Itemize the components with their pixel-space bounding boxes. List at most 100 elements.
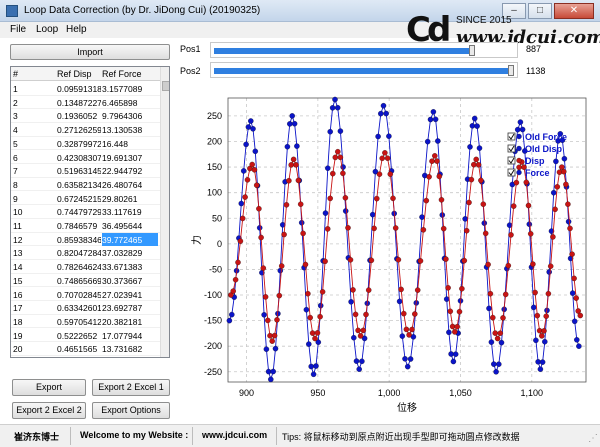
column-header-ref-force[interactable]: Ref Force <box>102 69 158 79</box>
data-point-disp[interactable] <box>471 161 477 168</box>
data-point-disp[interactable] <box>286 177 292 184</box>
row-ref-force[interactable]: 19.691307 <box>102 153 158 163</box>
data-point-force[interactable] <box>491 361 497 367</box>
data-point-disp[interactable] <box>513 179 520 186</box>
table-row[interactable]: 6 0.42308307 19.691307 <box>11 151 160 165</box>
table-row[interactable]: 14 0.78264624 33.671383 <box>11 260 160 274</box>
resize-grip-icon[interactable]: ⋰ <box>588 433 598 444</box>
row-index[interactable]: 16 <box>13 290 53 300</box>
data-point-force[interactable] <box>256 225 263 231</box>
data-point-force[interactable] <box>486 305 492 312</box>
data-point-force[interactable] <box>310 371 317 378</box>
table-row[interactable]: 16 0.70702845 27.023941 <box>11 288 160 302</box>
row-ref-force[interactable]: 3.1577089 <box>102 84 158 94</box>
data-point-disp[interactable] <box>302 261 309 268</box>
data-point-force[interactable] <box>313 363 319 369</box>
data-point-disp[interactable] <box>267 332 273 339</box>
row-ref-force[interactable]: 20.382181 <box>102 317 158 327</box>
data-point-force[interactable] <box>325 165 331 171</box>
row-index[interactable]: 5 <box>13 139 53 149</box>
data-point-disp[interactable] <box>456 308 463 315</box>
data-point-disp[interactable] <box>342 195 349 201</box>
data-point-disp[interactable] <box>445 285 451 291</box>
row-ref-force[interactable]: 39.772465 <box>102 232 158 246</box>
pos1-slider[interactable] <box>210 42 518 58</box>
row-ref-force[interactable]: 16.448 <box>102 139 158 149</box>
data-point-disp[interactable] <box>382 150 388 156</box>
data-point-disp[interactable] <box>452 329 458 335</box>
row-ref-disp[interactable]: 0.74865669 <box>57 276 101 286</box>
data-point-disp[interactable] <box>561 168 567 175</box>
data-point-disp[interactable] <box>429 158 435 164</box>
data-point-force[interactable] <box>402 356 408 362</box>
data-point-disp[interactable] <box>478 177 484 184</box>
row-index[interactable]: 8 <box>13 180 53 190</box>
data-point-force[interactable] <box>303 306 310 313</box>
data-point-disp[interactable] <box>242 194 248 200</box>
data-point-force[interactable] <box>327 128 333 135</box>
row-ref-disp[interactable]: 0.70702845 <box>57 290 101 300</box>
data-point-force[interactable] <box>496 361 502 367</box>
table-row[interactable]: 11 0.7846579 36.495644 <box>11 219 160 233</box>
data-point-disp[interactable] <box>281 231 287 238</box>
data-point-disp[interactable] <box>547 263 554 269</box>
row-ref-force[interactable]: 33.671383 <box>102 262 158 272</box>
data-point-disp[interactable] <box>297 201 304 207</box>
row-index[interactable]: 3 <box>13 111 53 121</box>
row-ref-disp[interactable]: 0.13487227 <box>57 98 101 108</box>
data-point-force[interactable] <box>342 208 349 214</box>
data-point-force[interactable] <box>268 376 274 383</box>
row-index[interactable]: 17 <box>13 303 53 313</box>
data-point-disp[interactable] <box>317 313 323 320</box>
row-ref-force[interactable]: 36.495644 <box>102 221 158 231</box>
row-ref-force[interactable]: 37.032829 <box>102 248 158 258</box>
data-point-disp[interactable] <box>260 265 267 271</box>
data-point-disp[interactable] <box>510 203 517 209</box>
row-index[interactable]: 11 <box>13 221 53 231</box>
table-row[interactable]: 19 0.5222652 17.077944 <box>11 329 160 343</box>
data-point-force[interactable] <box>396 298 403 305</box>
data-table[interactable]: # Ref Disp Ref Force 1 0.09591318 3.157708… <box>10 66 170 358</box>
data-point-disp[interactable] <box>347 257 354 263</box>
data-point-disp[interactable] <box>384 155 391 161</box>
data-point-disp[interactable] <box>461 257 468 264</box>
data-point-disp[interactable] <box>332 154 339 161</box>
data-point-force[interactable] <box>452 351 459 357</box>
table-row[interactable]: 12 0.85938346 39.772465 <box>11 232 160 247</box>
data-point-force[interactable] <box>476 145 483 151</box>
data-point-disp[interactable] <box>443 256 449 262</box>
row-index[interactable]: 1 <box>13 84 53 94</box>
pos2-slider-handle[interactable] <box>508 65 514 76</box>
data-point-force[interactable] <box>332 96 338 103</box>
row-ref-disp[interactable]: 0.82047284 <box>57 248 101 258</box>
data-point-force[interactable] <box>245 124 252 130</box>
data-point-disp[interactable] <box>271 332 278 339</box>
data-point-force[interactable] <box>553 158 559 165</box>
data-point-disp[interactable] <box>539 333 545 339</box>
data-point-force[interactable] <box>375 133 381 140</box>
data-point-disp[interactable] <box>432 153 438 159</box>
data-point-disp[interactable] <box>463 227 470 234</box>
data-point-force[interactable] <box>378 110 384 117</box>
row-index[interactable]: 15 <box>13 276 53 286</box>
data-point-disp[interactable] <box>545 290 552 297</box>
data-point-force[interactable] <box>308 363 314 370</box>
data-point-disp[interactable] <box>355 327 361 334</box>
data-point-force[interactable] <box>469 123 476 129</box>
data-point-disp[interactable] <box>466 199 472 206</box>
data-point-disp[interactable] <box>401 310 407 317</box>
data-point-disp[interactable] <box>269 338 275 344</box>
data-point-force[interactable] <box>284 143 291 150</box>
data-point-disp[interactable] <box>497 330 504 336</box>
table-row[interactable]: 9 0.67245215 29.80261 <box>11 192 160 206</box>
table-row[interactable]: 18 0.59705412 20.382181 <box>11 315 160 329</box>
data-point-force[interactable] <box>348 299 354 305</box>
data-point-disp[interactable] <box>525 202 532 209</box>
data-point-disp[interactable] <box>420 227 427 233</box>
data-point-force[interactable] <box>443 296 450 302</box>
table-scroll-thumb[interactable] <box>162 81 169 91</box>
row-index[interactable]: 10 <box>13 207 53 217</box>
data-point-force[interactable] <box>356 366 362 372</box>
data-point-force[interactable] <box>329 105 336 111</box>
row-ref-force[interactable]: 29.80261 <box>102 194 158 204</box>
